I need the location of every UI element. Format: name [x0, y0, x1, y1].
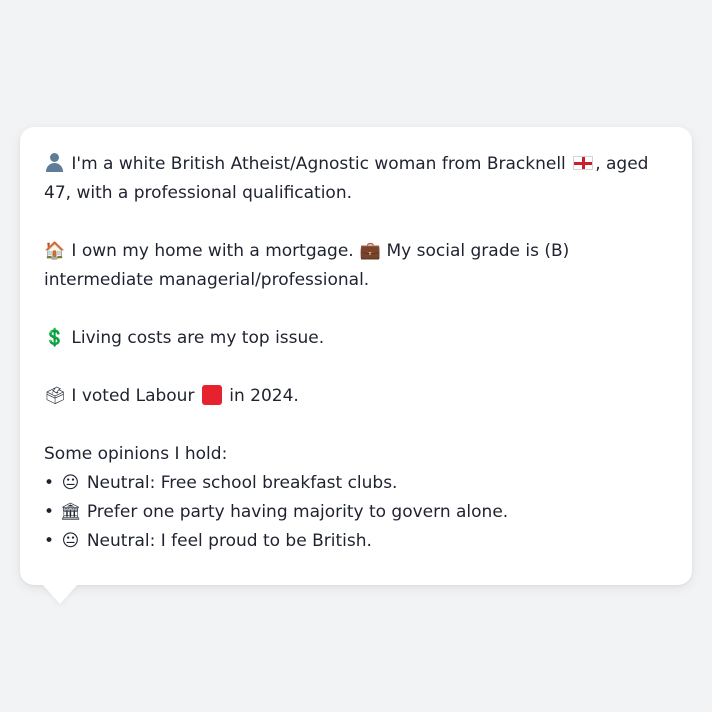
issue-paragraph: 💲 Living costs are my top issue.	[44, 324, 668, 353]
person-icon	[44, 152, 64, 172]
opinion-item: • 🏛 Prefer one party having majority to …	[44, 498, 668, 527]
neutral-face-icon: 😐	[61, 473, 80, 493]
vote-year-text: in 2024.	[229, 386, 299, 406]
dollar-icon: 💲	[44, 328, 66, 348]
home-ownership-text: I own my home with a mortgage.	[71, 241, 354, 261]
vote-paragraph: 🗳 I voted Labour in 2024.	[44, 382, 668, 411]
persona-message-bubble: I'm a white British Atheist/Agnostic wom…	[20, 127, 692, 585]
opinions-list: • 😐 Neutral: Free school breakfast clubs…	[44, 469, 668, 556]
classical-building-icon: 🏛	[59, 502, 82, 522]
opinion-item: • 😐 Neutral: I feel proud to be British.	[44, 527, 668, 556]
briefcase-icon: 💼	[359, 241, 381, 261]
identity-paragraph: I'm a white British Atheist/Agnostic wom…	[44, 150, 668, 208]
vote-text: I voted Labour	[71, 386, 195, 406]
housing-paragraph: 🏠 I own my home with a mortgage. 💼 My so…	[44, 237, 668, 295]
house-icon: 🏠	[44, 241, 66, 261]
bubble-tail	[42, 584, 78, 604]
bullet: •	[44, 473, 55, 493]
opinion-text: Neutral: Free school breakfast clubs.	[86, 473, 398, 493]
labour-red-square-icon	[201, 385, 222, 405]
opinions-section: Some opinions I hold: • 😐 Neutral: Free …	[44, 440, 668, 556]
opinion-text: Neutral: I feel proud to be British.	[86, 531, 372, 551]
top-issue-text: Living costs are my top issue.	[71, 328, 325, 348]
bullet: •	[44, 502, 55, 522]
identity-text: I'm a white British Atheist/Agnostic wom…	[71, 154, 566, 174]
england-flag-icon	[573, 156, 594, 170]
neutral-face-icon: 😐	[61, 531, 80, 551]
opinion-text: Prefer one party having majority to gove…	[86, 502, 509, 522]
opinions-heading: Some opinions I hold:	[44, 444, 228, 464]
bullet: •	[44, 531, 55, 551]
opinion-item: • 😐 Neutral: Free school breakfast clubs…	[44, 469, 668, 498]
ballot-box-icon: 🗳	[44, 386, 66, 406]
